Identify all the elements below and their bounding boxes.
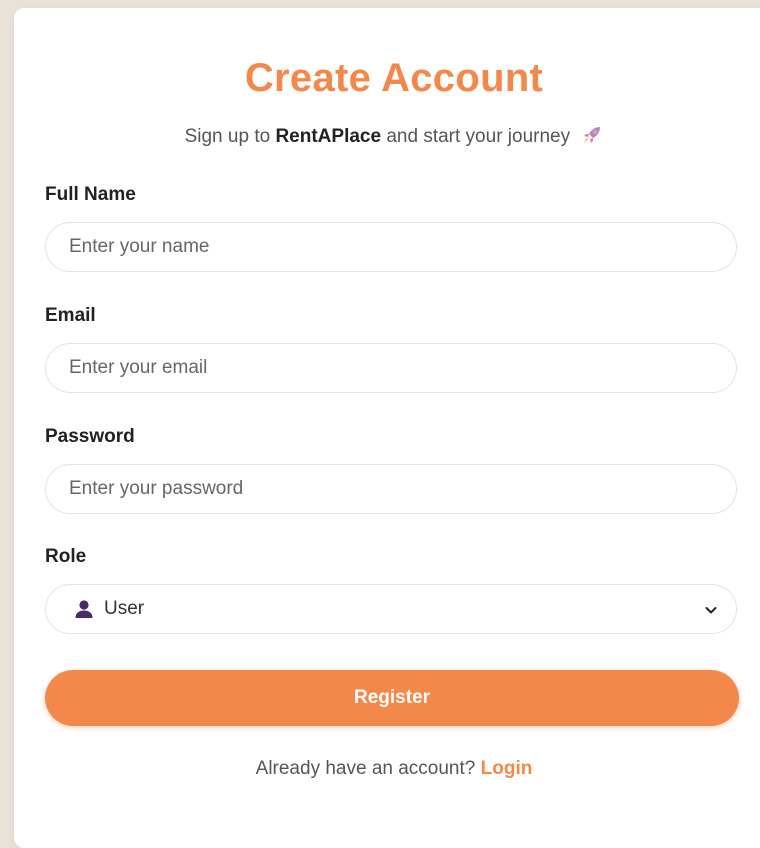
email-label: Email xyxy=(45,305,96,326)
subtitle-prefix: Sign up to xyxy=(184,126,271,147)
email-input[interactable] xyxy=(46,344,736,392)
role-label: Role xyxy=(45,546,87,567)
login-link[interactable]: Login xyxy=(481,758,533,779)
brand-name: RentAPlace xyxy=(275,126,382,147)
full-name-field-wrapper xyxy=(45,222,737,272)
role-select[interactable]: User xyxy=(45,584,737,634)
full-name-input[interactable] xyxy=(46,223,736,271)
page-title: Create Account xyxy=(244,56,544,100)
chevron-down-icon xyxy=(704,603,718,617)
email-field-wrapper xyxy=(45,343,737,393)
rocket-icon xyxy=(581,124,603,152)
register-card: Create Account Sign up to RentAPlace and… xyxy=(14,8,760,848)
password-input[interactable] xyxy=(46,465,736,513)
password-label: Password xyxy=(45,426,135,447)
login-prompt-text: Already have an account? xyxy=(255,758,476,779)
subtitle-suffix: and start your journey xyxy=(386,126,571,147)
register-button[interactable]: Register xyxy=(45,670,739,726)
login-prompt: Already have an account? Login xyxy=(14,758,760,780)
role-selected-value: User xyxy=(104,598,145,619)
user-icon xyxy=(74,599,94,619)
page-subtitle: Sign up to RentAPlace and start your jou… xyxy=(14,124,760,152)
password-field-wrapper xyxy=(45,464,737,514)
full-name-label: Full Name xyxy=(45,184,136,205)
